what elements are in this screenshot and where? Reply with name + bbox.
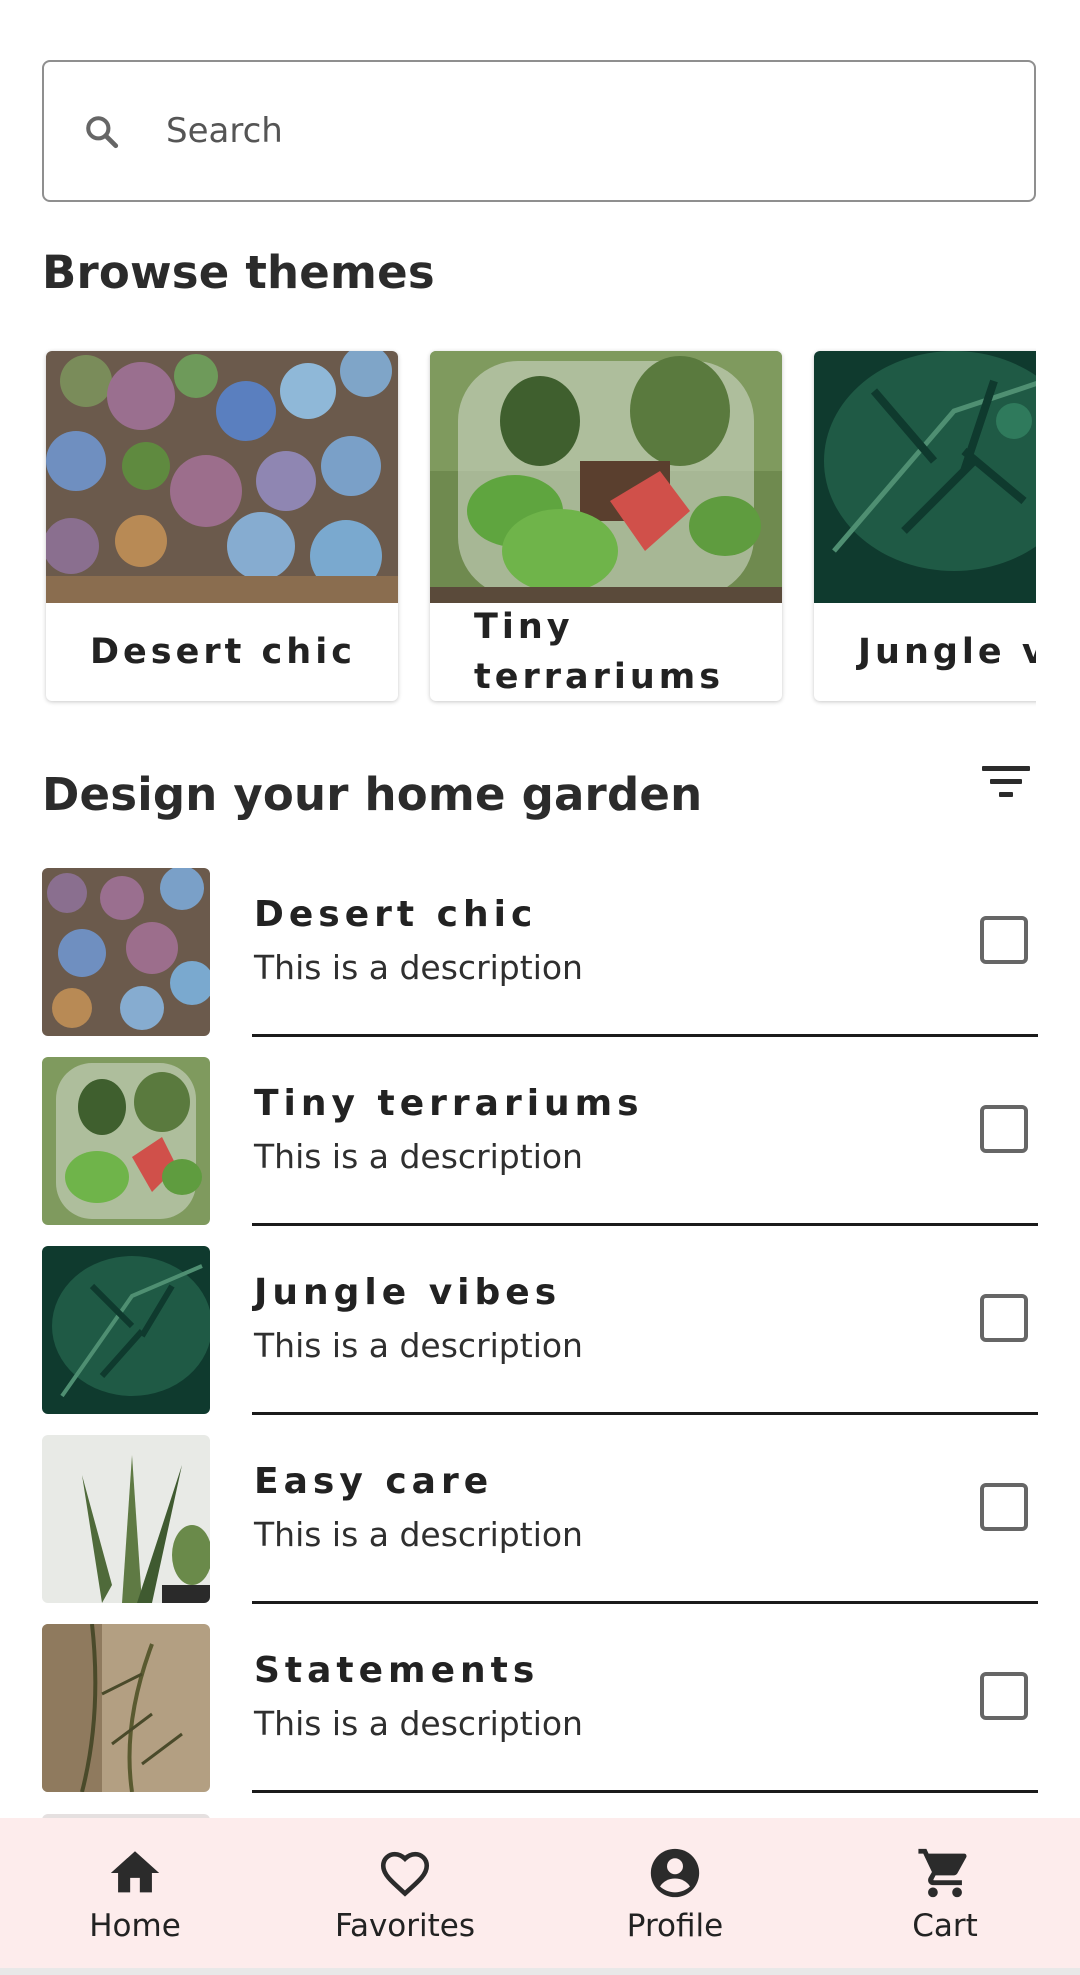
list-item-checkbox[interactable] [980, 1672, 1028, 1720]
filter-icon[interactable] [980, 762, 1032, 802]
list-item-jungle-vibes[interactable]: Jungle vibes This is a description [42, 1246, 1038, 1435]
theme-card-desert-chic[interactable]: Desert chic [46, 351, 398, 701]
cart-icon [918, 1848, 967, 1898]
list-item-title: Statements [254, 1650, 540, 1691]
list-item-title: Desert chic [254, 894, 538, 935]
home-icon [110, 1851, 160, 1893]
list-item-description: This is a description [254, 1515, 583, 1554]
bottom-navigation: Home Favorites Profile Cart [0, 1818, 1080, 1968]
list-item-checkbox[interactable] [980, 1294, 1028, 1342]
nav-item-profile[interactable]: Profile [540, 1818, 810, 1968]
branches-thumbnail [42, 1624, 210, 1792]
system-bar-strip [0, 1968, 1080, 1975]
list-item-title: Jungle vibes [254, 1272, 562, 1313]
list-item-checkbox[interactable] [980, 916, 1028, 964]
list-item-statements[interactable]: Statements This is a description [42, 1624, 1038, 1813]
search-icon [86, 116, 119, 149]
search-input[interactable] [162, 62, 990, 200]
nav-item-home[interactable]: Home [0, 1818, 270, 1968]
list-item-description: This is a description [254, 1704, 583, 1743]
list-divider [252, 1412, 1038, 1415]
search-field[interactable] [42, 60, 1036, 202]
list-divider [252, 1601, 1038, 1604]
themes-carousel[interactable]: Desert chic Tiny terrariums Jungle vibes [42, 348, 1036, 708]
list-item-easy-care[interactable]: Easy care This is a description [42, 1435, 1038, 1624]
list-divider [252, 1790, 1038, 1793]
list-item-description: This is a description [254, 948, 583, 987]
nav-item-label: Favorites [334, 1908, 476, 1944]
browse-themes-heading: Browse themes [42, 246, 435, 299]
theme-card-label: Jungle vibes [858, 632, 1036, 672]
nav-item-cart[interactable]: Cart [810, 1818, 1080, 1968]
list-item-description: This is a description [254, 1326, 583, 1365]
list-item-checkbox[interactable] [980, 1483, 1028, 1531]
heart-icon [380, 1851, 430, 1897]
theme-card-label: Tiny terrariums [474, 607, 725, 697]
snake-plant-thumbnail [42, 1435, 210, 1603]
list-item-tiny-terrariums[interactable]: Tiny terrariums This is a description [42, 1057, 1038, 1246]
succulents-image [46, 351, 398, 603]
monstera-image [814, 351, 1036, 603]
nav-item-label: Cart [912, 1908, 978, 1944]
theme-card-label: Desert chic [90, 632, 356, 672]
list-divider [252, 1223, 1038, 1226]
succulents-thumbnail [42, 868, 210, 1036]
theme-card-tiny-terrariums[interactable]: Tiny terrariums [430, 351, 782, 701]
nav-item-label: Profile [626, 1908, 724, 1944]
theme-card-jungle-vibes[interactable]: Jungle vibes [814, 351, 1036, 701]
list-item-description: This is a description [254, 1137, 583, 1176]
account-circle-icon [650, 1848, 700, 1898]
home-garden-heading: Design your home garden [42, 768, 703, 821]
list-item-desert-chic[interactable]: Desert chic This is a description [42, 868, 1038, 1057]
nav-item-label: Home [89, 1908, 181, 1944]
monstera-thumbnail [42, 1246, 210, 1414]
terrarium-image [430, 351, 782, 603]
list-divider [252, 1034, 1038, 1037]
terrarium-thumbnail [42, 1057, 210, 1225]
list-item-checkbox[interactable] [980, 1105, 1028, 1153]
list-item-title: Easy care [254, 1461, 494, 1502]
nav-item-favorites[interactable]: Favorites [270, 1818, 540, 1968]
list-item-title: Tiny terrariums [254, 1083, 644, 1124]
